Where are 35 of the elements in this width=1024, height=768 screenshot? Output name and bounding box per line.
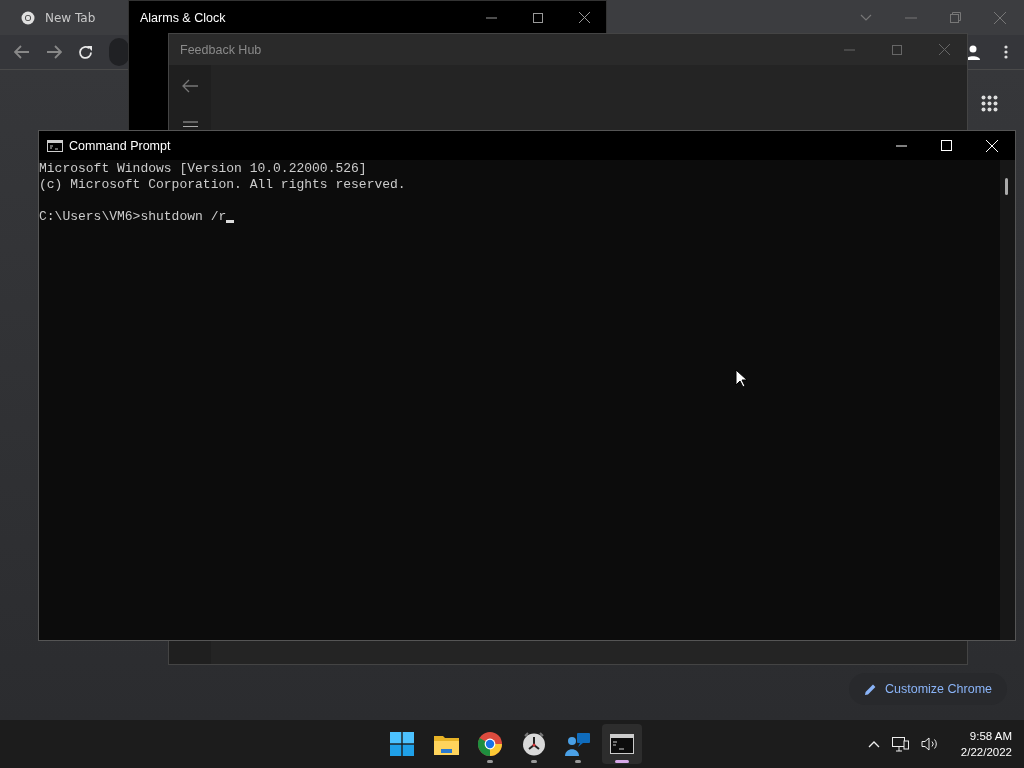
console-icon (47, 139, 63, 152)
chevron-down-icon[interactable] (860, 13, 872, 22)
speaker-icon[interactable] (920, 737, 939, 751)
command-prompt-line: C:\Users\VM6>shutdown /r (39, 209, 227, 225)
mouse-pointer-icon (735, 369, 747, 388)
windows-logo-icon (390, 732, 414, 756)
chrome-logo-icon (478, 732, 502, 756)
restore-icon[interactable] (950, 12, 961, 23)
browser-tab[interactable]: New Tab (21, 10, 96, 25)
system-clock[interactable]: 9:58 AM 2/22/2022 (960, 728, 1012, 760)
console-output-line: (c) Microsoft Corporation. All rights reserved. (39, 177, 407, 193)
folder-icon (433, 733, 459, 755)
apps-grid-icon[interactable] (981, 95, 998, 112)
close-icon[interactable] (579, 12, 590, 23)
maximize-icon[interactable] (533, 12, 543, 23)
window-title: Command Prompt (69, 138, 171, 153)
forward-arrow-icon[interactable] (46, 45, 62, 59)
chevron-up-icon[interactable] (867, 740, 880, 748)
person-with-speech-bubble-icon (565, 732, 591, 756)
console-output-line: Microsoft Windows [Version 10.0.22000.526] (39, 161, 368, 177)
pencil-icon (864, 682, 877, 696)
console-icon (610, 734, 634, 754)
more-menu-icon[interactable] (1004, 45, 1008, 59)
window-title: Alarms & Clock (140, 10, 226, 25)
window-title: Feedback Hub (180, 42, 262, 57)
customize-chrome-button[interactable]: Customize Chrome (849, 673, 1007, 705)
clock-icon (522, 732, 546, 756)
scrollbar-thumb[interactable] (1005, 178, 1008, 195)
network-icon[interactable] (891, 736, 909, 752)
back-arrow-icon[interactable] (181, 79, 199, 93)
back-arrow-icon[interactable] (14, 45, 30, 59)
chrome-logo-icon (21, 10, 35, 25)
reload-icon[interactable] (78, 44, 93, 60)
taskbar-app-button[interactable] (602, 724, 642, 764)
text-cursor (226, 220, 235, 223)
